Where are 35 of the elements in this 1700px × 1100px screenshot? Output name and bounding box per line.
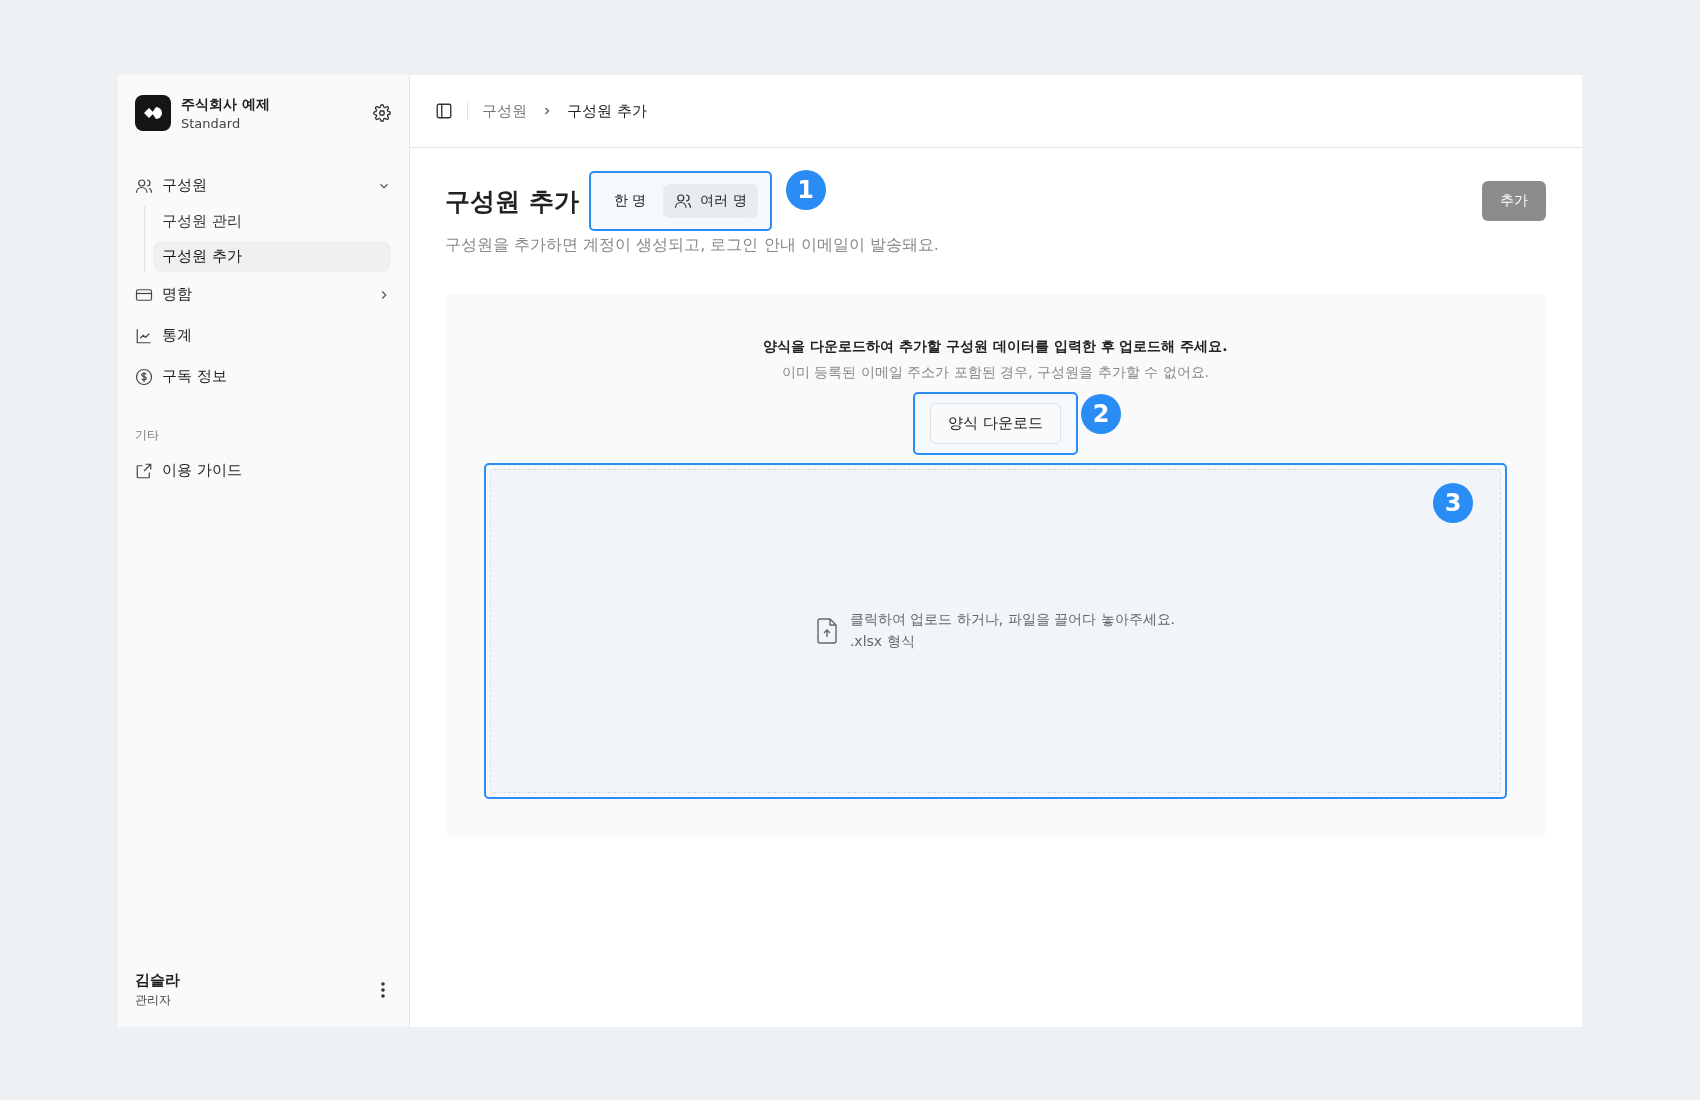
nav-item[interactable]: 이용 가이드 (135, 450, 391, 491)
org-name: 주식회사 예제 (181, 95, 271, 114)
nav-subitem[interactable]: 구성원 추가 (153, 241, 391, 272)
user-name: 김슬라 (135, 971, 180, 990)
nav-item[interactable]: 구성원 (135, 165, 391, 206)
download-button[interactable]: 양식 다운로드 (930, 403, 1061, 444)
mode-tab[interactable]: 한 명 (602, 184, 658, 218)
mode-tab[interactable]: 여러 명 (663, 184, 758, 218)
dollar-icon (135, 367, 153, 386)
nav-item[interactable]: 통계 (135, 315, 391, 356)
note-text: 이미 등록된 이메일 주소가 포함된 경우, 구성원을 추가할 수 없어요. (782, 364, 1209, 382)
users-icon (135, 176, 153, 195)
plan-label: Standard (181, 115, 242, 131)
external-link-icon (135, 461, 153, 480)
callout-badge: 2 (1081, 394, 1122, 434)
user-role: 관리자 (135, 992, 172, 1009)
breadcrumb-item[interactable]: 구성원 (482, 101, 527, 121)
logo-icon (135, 95, 171, 131)
chart-icon (135, 326, 153, 345)
file-upload-icon (815, 618, 838, 644)
instruction-text: 양식을 다운로드하여 추가할 구성원 데이터를 입력한 후 업로드해 주세요. (763, 338, 1228, 356)
nav-item[interactable]: 구독 정보 (135, 356, 391, 397)
page-description: 구성원을 추가하면 계정이 생성되고, 로그인 안내 이메일이 발송돼요. (445, 235, 940, 256)
settings-icon[interactable] (373, 104, 391, 122)
sidebar-toggle-icon[interactable] (435, 102, 453, 120)
nav-subitem[interactable]: 구성원 관리 (153, 206, 391, 237)
callout-badge: 1 (785, 170, 826, 210)
users-icon (674, 192, 693, 210)
dropzone-text: 클릭하여 업로드 하거나, 파일을 끌어다 놓아주세요. (849, 611, 1176, 629)
page-title: 구성원 추가 (445, 185, 579, 218)
nav-item[interactable]: 명함 (135, 274, 391, 315)
section-label: 기타 (135, 427, 160, 444)
format-hint: .xlsx 형식 (849, 633, 916, 651)
breadcrumb-item: 구성원 추가 (567, 101, 647, 121)
more-icon[interactable] (381, 982, 385, 998)
